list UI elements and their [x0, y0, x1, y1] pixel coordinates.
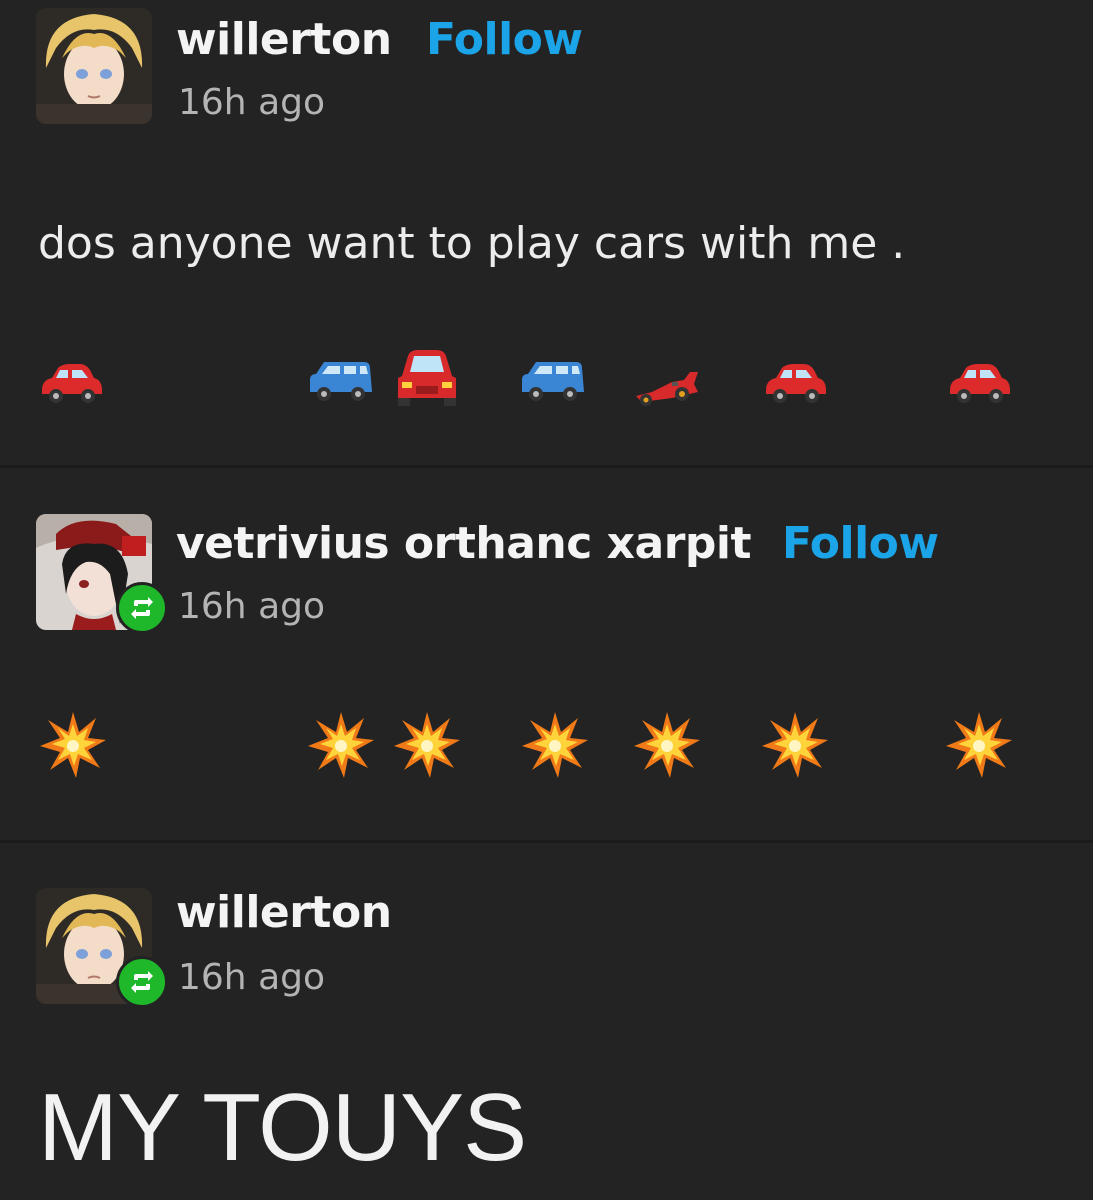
reblog-icon — [116, 582, 168, 634]
collision-icon — [306, 710, 376, 780]
racing-car-icon — [632, 352, 702, 422]
reblog-icon — [116, 956, 168, 1008]
post-original: willerton Follow 16h ago dos anyone want… — [0, 0, 1093, 465]
post-text: dos anyone want to play cars with me . — [38, 218, 906, 269]
collision-icon — [760, 710, 830, 780]
avatar-blonde-icon — [36, 8, 152, 124]
collision-icon — [392, 710, 462, 780]
username[interactable]: vetrivius orthanc xarpit — [176, 518, 752, 569]
username[interactable]: willerton — [176, 14, 392, 65]
collision-icon — [38, 710, 108, 780]
follow-button[interactable]: Follow — [782, 518, 939, 569]
follow-button[interactable]: Follow — [426, 14, 583, 65]
avatar[interactable] — [36, 514, 168, 634]
username[interactable]: willerton — [176, 887, 392, 938]
avatar[interactable] — [36, 8, 152, 124]
timestamp: 16h ago — [178, 82, 326, 123]
blue-suv-icon — [306, 346, 376, 416]
collision-icon — [520, 710, 590, 780]
timestamp: 16h ago — [178, 957, 326, 998]
red-car-icon — [36, 346, 106, 416]
red-car-icon — [760, 346, 830, 416]
blue-suv-icon — [518, 346, 588, 416]
post-reblog: willerton 16h ago MY TOUYS — [0, 843, 1093, 1200]
red-car-icon — [944, 346, 1014, 416]
post-text: MY TOUYS — [38, 1074, 527, 1181]
timestamp: 16h ago — [178, 586, 326, 627]
red-car-front-icon — [392, 342, 462, 412]
collision-icon — [632, 710, 702, 780]
collision-icon — [944, 710, 1014, 780]
avatar[interactable] — [36, 888, 168, 1008]
post-reblog: vetrivius orthanc xarpit Follow 16h ago — [0, 468, 1093, 840]
